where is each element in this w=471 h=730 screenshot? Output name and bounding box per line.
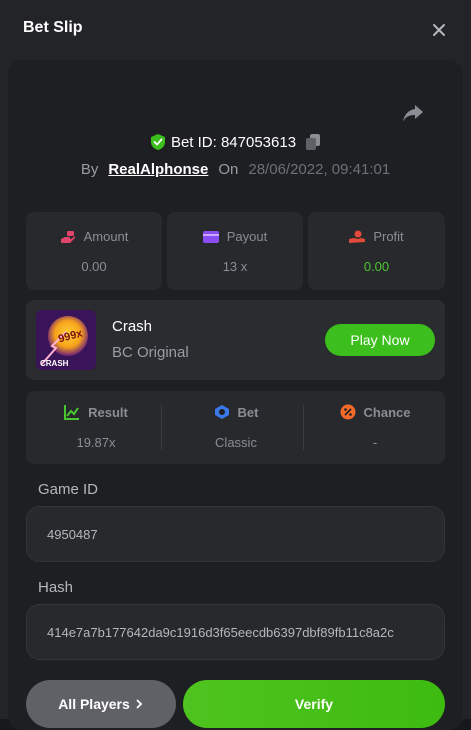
hash-label: Hash bbox=[38, 579, 74, 596]
game-name: Crash bbox=[112, 318, 153, 335]
chip-icon bbox=[214, 405, 229, 419]
on-label: On bbox=[218, 160, 239, 178]
hash-field[interactable]: 414e7a7b177642da9c1916d3f65eecdb6397dbf8… bbox=[26, 604, 445, 660]
verify-button[interactable]: Verify bbox=[183, 680, 445, 728]
wallet-icon bbox=[202, 230, 219, 243]
chart-icon bbox=[64, 405, 80, 420]
stat-profit: Profit 0.00 bbox=[308, 212, 445, 290]
divider bbox=[161, 405, 162, 450]
close-icon[interactable] bbox=[428, 19, 450, 41]
result-value: 19.87x bbox=[76, 435, 116, 450]
play-now-button[interactable]: Play Now bbox=[325, 324, 435, 356]
game-id-label: Game ID bbox=[38, 481, 99, 498]
stat-label: Payout bbox=[226, 229, 268, 244]
by-label: By bbox=[80, 160, 99, 178]
stat-value: 13 x bbox=[222, 259, 248, 274]
thumb-label: CRASH bbox=[40, 359, 69, 368]
stat-payout: Payout 13 x bbox=[167, 212, 303, 290]
bet-type-column: Bet Classic bbox=[166, 391, 306, 464]
modal-header: Bet Slip bbox=[0, 0, 471, 60]
bet-id-row: Bet ID: 847053613 bbox=[0, 131, 471, 153]
modal-title: Bet Slip bbox=[23, 19, 83, 36]
chance-column: Chance - bbox=[305, 391, 445, 464]
chance-value: - bbox=[372, 435, 378, 450]
bet-id: Bet ID: 847053613 bbox=[170, 133, 297, 151]
stat-label: Amount bbox=[83, 229, 129, 244]
bet-type-label: Bet bbox=[237, 404, 259, 420]
username-link[interactable]: RealAlphonse bbox=[108, 161, 208, 178]
all-players-label: All Players bbox=[58, 696, 130, 712]
money-hand-icon bbox=[60, 230, 75, 243]
game-thumbnail[interactable]: 999x CRASH bbox=[36, 310, 96, 370]
result-label: Result bbox=[88, 404, 128, 420]
bet-date: 28/06/2022, 09:41:01 bbox=[248, 160, 391, 178]
bet-owner-row: By RealAlphonse On 28/06/2022, 09:41:01 bbox=[0, 158, 471, 180]
result-summary: Result 19.87x Bet Classic Chance - bbox=[26, 391, 445, 464]
game-card: 999x CRASH Crash BC Original Play Now bbox=[26, 300, 445, 380]
stat-value: 0.00 bbox=[363, 259, 390, 274]
bet-slip-modal: Bet Slip Bet ID: 847053613 By RealAlphon… bbox=[0, 0, 471, 730]
stat-amount: Amount 0.00 bbox=[26, 212, 162, 290]
stat-value: 0.00 bbox=[81, 259, 107, 274]
divider bbox=[303, 405, 304, 450]
copy-icon[interactable] bbox=[306, 134, 321, 150]
all-players-button[interactable]: All Players bbox=[26, 680, 176, 728]
game-provider: BC Original bbox=[112, 344, 189, 361]
percent-icon bbox=[340, 404, 356, 420]
chance-label: Chance bbox=[363, 404, 411, 420]
result-column: Result 19.87x bbox=[26, 391, 166, 464]
shield-check-icon bbox=[150, 134, 165, 150]
share-icon[interactable] bbox=[402, 103, 424, 123]
stat-label: Profit bbox=[373, 229, 404, 244]
hand-coin-icon bbox=[349, 230, 366, 243]
bet-type-value: Classic bbox=[215, 435, 257, 450]
chevron-right-icon bbox=[136, 699, 143, 709]
game-id-field[interactable]: 4950487 bbox=[26, 506, 445, 562]
